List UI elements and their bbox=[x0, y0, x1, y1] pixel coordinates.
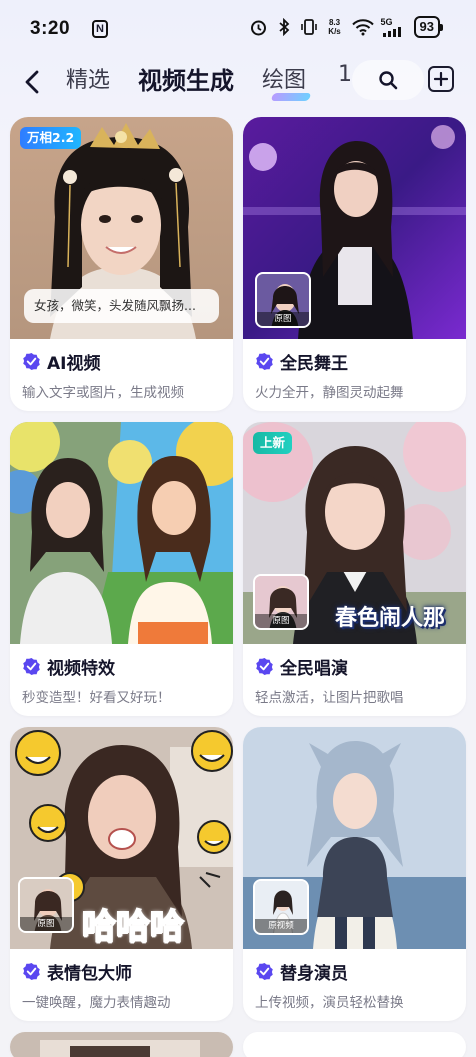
verified-icon bbox=[256, 657, 273, 676]
card-description: 输入文字或图片，生成视频 bbox=[22, 385, 184, 401]
wifi-icon bbox=[351, 16, 374, 38]
card-thumbnail: 万相2.2 女孩，微笑，头发随风飘扬... bbox=[10, 117, 233, 339]
back-arrow-icon bbox=[25, 70, 39, 94]
card-title: AI视频 bbox=[47, 354, 101, 374]
card-title-row: 全民舞王 bbox=[255, 349, 348, 374]
status-icons: 8.3 K/s 5G 93 bbox=[250, 16, 444, 38]
card-sing-performance[interactable]: 上新 原图 春色闹人那 全民唱演 轻点激活，让图片把歌唱 bbox=[243, 422, 466, 716]
tab-more[interactable]: 1 bbox=[338, 62, 352, 87]
tab-drawing[interactable]: 绘图 bbox=[262, 62, 306, 94]
verified-icon bbox=[256, 962, 273, 981]
bluetooth-icon bbox=[275, 16, 293, 38]
card-stand-in-actor[interactable]: 原视频 替身演员 上传视频，演员轻松替换 bbox=[243, 727, 466, 1021]
vibrate-icon bbox=[300, 16, 318, 38]
verified-icon bbox=[23, 962, 40, 981]
card-title-row: 视频特效 bbox=[22, 654, 115, 679]
card-thumbnail: 上新 原图 春色闹人那 bbox=[243, 422, 466, 644]
reference-image: 原图 bbox=[255, 272, 311, 328]
battery-indicator: 93 bbox=[413, 16, 444, 38]
lyric-overlay: 春色闹人那 bbox=[335, 606, 446, 631]
new-badge: 上新 bbox=[253, 432, 293, 454]
active-tab-indicator bbox=[270, 93, 312, 101]
card-ai-video[interactable]: 万相2.2 女孩，微笑，头发随风飘扬... AI视频 输入文字或图片，生成视频 bbox=[10, 117, 233, 411]
card-title-row: AI视频 bbox=[22, 349, 100, 374]
tab-featured[interactable]: 精选 bbox=[66, 62, 110, 94]
reference-image: 原图 bbox=[18, 877, 74, 933]
net-speed: 8.3 K/s bbox=[328, 18, 341, 36]
search-icon bbox=[379, 71, 398, 90]
card-description: 秒变造型！好看又好玩！ bbox=[22, 690, 171, 706]
verified-icon bbox=[23, 657, 40, 676]
signal-icon: 5G bbox=[381, 16, 407, 38]
nfc-icon: N bbox=[92, 20, 108, 38]
meme-overlay: 哈哈哈 bbox=[81, 906, 185, 948]
reference-label: 原图 bbox=[20, 917, 72, 931]
card-description: 火力全开，静图灵动起舞 bbox=[255, 385, 404, 401]
prompt-preview: 女孩，微笑，头发随风飘扬... bbox=[24, 289, 219, 323]
card-partial[interactable] bbox=[10, 1032, 233, 1057]
verified-icon bbox=[256, 352, 273, 371]
verified-icon bbox=[23, 352, 40, 371]
back-button[interactable] bbox=[16, 64, 48, 100]
add-button[interactable] bbox=[428, 66, 454, 92]
tab-bar: 精选 视频生成 绘图 1 bbox=[62, 58, 352, 108]
card-description: 上传视频，演员轻松替换 bbox=[255, 995, 404, 1011]
card-thumbnail: 原图 哈哈哈 bbox=[10, 727, 233, 949]
card-title-row: 替身演员 bbox=[255, 959, 348, 984]
reference-video: 原视频 bbox=[253, 879, 309, 935]
card-title: 表情包大师 bbox=[47, 964, 132, 984]
card-meme-master[interactable]: 原图 哈哈哈 表情包大师 一键唤醒，魔力表情趣动 bbox=[10, 727, 233, 1021]
reference-label: 原图 bbox=[255, 614, 307, 628]
plus-icon bbox=[434, 72, 448, 86]
card-partial[interactable] bbox=[243, 1032, 466, 1057]
reference-image: 原图 bbox=[253, 574, 309, 630]
card-description: 轻点激活，让图片把歌唱 bbox=[255, 690, 404, 706]
card-title-row: 表情包大师 bbox=[22, 959, 132, 984]
card-thumbnail: 原图 bbox=[243, 117, 466, 339]
alarm-icon bbox=[250, 16, 268, 38]
card-thumbnail bbox=[10, 422, 233, 644]
model-badge: 万相2.2 bbox=[20, 127, 82, 149]
top-nav: 精选 视频生成 绘图 1 bbox=[0, 58, 476, 108]
card-title: 视频特效 bbox=[47, 659, 115, 679]
tab-video-generation[interactable]: 视频生成 bbox=[138, 61, 234, 96]
reference-label: 原视频 bbox=[255, 919, 307, 933]
card-title: 全民舞王 bbox=[280, 354, 348, 374]
status-time: 3:20 bbox=[30, 18, 71, 39]
card-dance-king[interactable]: 原图 全民舞王 火力全开，静图灵动起舞 bbox=[243, 117, 466, 411]
card-description: 一键唤醒，魔力表情趣动 bbox=[22, 995, 171, 1011]
reference-label: 原图 bbox=[257, 312, 309, 326]
card-thumbnail bbox=[10, 1032, 233, 1057]
card-title: 全民唱演 bbox=[280, 659, 348, 679]
card-title: 替身演员 bbox=[280, 964, 348, 984]
search-button[interactable] bbox=[374, 66, 402, 94]
card-title-row: 全民唱演 bbox=[255, 654, 348, 679]
status-bar: 3:20 N 8.3 K/s 5G 93 bbox=[0, 0, 476, 60]
card-video-effects[interactable]: 视频特效 秒变造型！好看又好玩！ bbox=[10, 422, 233, 716]
card-thumbnail: 原视频 bbox=[243, 727, 466, 949]
